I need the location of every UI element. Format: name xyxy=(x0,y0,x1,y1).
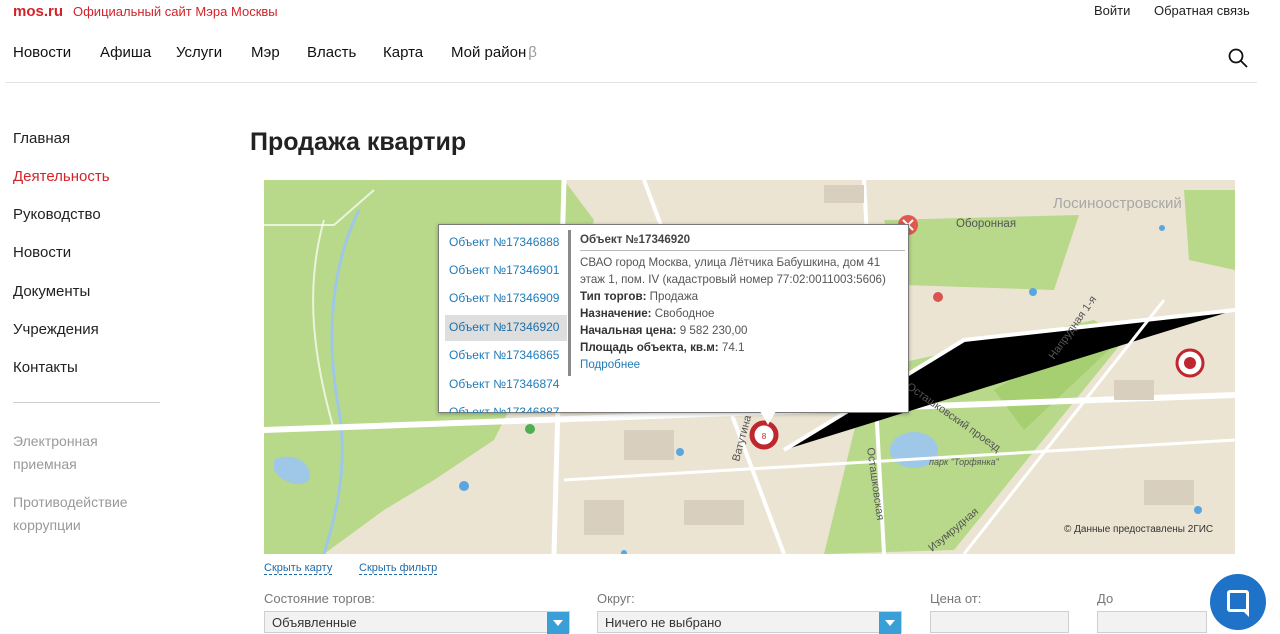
object-purpose: Назначение: Свободное xyxy=(580,305,905,322)
hide-map-link[interactable]: Скрыть карту xyxy=(264,562,333,575)
object-details: Объект №17346920 СВАО город Москва, улиц… xyxy=(580,231,905,373)
object-address: СВАО город Москва, улица Лётчика Бабушки… xyxy=(580,256,886,286)
object-price: Начальная цена: 9 582 230,00 xyxy=(580,322,905,339)
chevron-down-icon[interactable] xyxy=(547,612,569,634)
sidebar-divider xyxy=(13,402,160,403)
nav-my-district-label: Мой район xyxy=(451,44,527,61)
map-label-oboronnaya: Оборонная xyxy=(956,218,1016,230)
nav-news[interactable]: Новости xyxy=(13,44,71,61)
object-list: Объект №17346888 Объект №17346901 Объект… xyxy=(439,225,571,413)
purpose-value: Свободное xyxy=(654,307,715,320)
svg-text:8: 8 xyxy=(762,432,767,441)
object-link-17346887[interactable]: Объект №17346887 xyxy=(445,400,567,413)
object-link-17346920[interactable]: Объект №17346920 xyxy=(445,315,567,341)
sidebar-item-documents[interactable]: Документы xyxy=(13,283,90,300)
hide-filter-link[interactable]: Скрыть фильтр xyxy=(359,562,438,575)
trade-type-value: Продажа xyxy=(649,290,699,303)
object-link-17346865[interactable]: Объект №17346865 xyxy=(445,343,567,369)
login-link[interactable]: Войти xyxy=(1094,3,1130,18)
object-area: Площадь объекта, кв.м: 74.1 xyxy=(580,339,905,356)
district-select-value: Ничего не выбрано xyxy=(605,615,722,630)
map-marker-icon[interactable]: 8 xyxy=(749,420,779,450)
sidebar-item-contacts[interactable]: Контакты xyxy=(13,359,78,376)
sidebar-item-activity[interactable]: Деятельность xyxy=(13,168,110,185)
price-from-input[interactable] xyxy=(930,611,1069,633)
nav-mayor[interactable]: Мэр xyxy=(251,44,280,61)
object-link-17346888[interactable]: Объект №17346888 xyxy=(445,230,567,256)
purpose-label: Назначение: xyxy=(580,307,652,320)
site-logo[interactable]: mos.ru xyxy=(13,3,63,20)
sidebar-item-news[interactable]: Новости xyxy=(13,244,71,261)
price-value: 9 582 230,00 xyxy=(679,324,748,337)
chat-button[interactable] xyxy=(1210,574,1266,630)
popup-pointer xyxy=(760,411,776,425)
price-to-label: До xyxy=(1097,591,1114,606)
map-popup: Объект №17346888 Объект №17346901 Объект… xyxy=(438,224,909,413)
nav-afisha[interactable]: Афиша xyxy=(100,44,151,61)
object-link-17346874[interactable]: Объект №17346874 xyxy=(445,372,567,398)
chevron-down-icon[interactable] xyxy=(879,612,901,634)
sidebar-item-anticorruption[interactable]: Противодействие коррупции xyxy=(13,491,153,537)
map-label-losinoostrovsky: Лосиноостровский xyxy=(1053,195,1182,212)
nav-map[interactable]: Карта xyxy=(383,44,423,61)
sidebar-item-institutions[interactable]: Учреждения xyxy=(13,321,99,338)
price-from-label: Цена от: xyxy=(930,591,982,606)
status-filter-label: Состояние торгов: xyxy=(264,591,375,606)
sidebar-item-home[interactable]: Главная xyxy=(13,130,70,147)
map-marker-icon[interactable] xyxy=(1175,348,1205,378)
chat-icon xyxy=(1227,590,1249,617)
site-subtitle[interactable]: Официальный сайт Мэра Москвы xyxy=(73,4,278,19)
beta-badge: β xyxy=(528,44,537,61)
object-title: Объект №17346920 xyxy=(580,231,905,251)
nav-my-district[interactable]: Мой район β xyxy=(451,44,537,61)
map-copyright: © Данные предоставлены 2ГИС xyxy=(1064,524,1214,535)
top-bar: mos.ru Официальный сайт Мэра Москвы Войт… xyxy=(0,0,1280,24)
area-value: 74.1 xyxy=(721,341,745,354)
price-label: Начальная цена: xyxy=(580,324,677,337)
nav-power[interactable]: Власть xyxy=(307,44,356,61)
sidebar-item-leadership[interactable]: Руководство xyxy=(13,206,101,223)
page-title: Продажа квартир xyxy=(250,128,467,156)
object-trade-type: Тип торгов: Продажа xyxy=(580,288,905,305)
status-select-value: Объявленные xyxy=(272,615,357,630)
object-link-17346901[interactable]: Объект №17346901 xyxy=(445,258,567,284)
search-icon[interactable] xyxy=(1228,48,1248,68)
district-select[interactable]: Ничего не выбрано xyxy=(597,611,902,634)
nav-services[interactable]: Услуги xyxy=(176,44,222,61)
price-to-input[interactable] xyxy=(1097,611,1207,633)
more-link[interactable]: Подробнее xyxy=(580,356,905,373)
status-select[interactable]: Объявленные xyxy=(264,611,570,634)
header-divider xyxy=(5,82,1257,83)
object-list-scrollbar[interactable] xyxy=(568,230,571,376)
feedback-link[interactable]: Обратная связь xyxy=(1154,3,1250,18)
main-nav: Новости Афиша Услуги Мэр Власть Карта Мо… xyxy=(0,44,1280,68)
object-link-17346909[interactable]: Объект №17346909 xyxy=(445,286,567,312)
sidebar-item-e-reception[interactable]: Электронная приемная xyxy=(13,430,153,476)
district-filter-label: Округ: xyxy=(597,591,635,606)
map-label-park-torfyanka: парк "Торфянка" xyxy=(929,457,1000,467)
area-label: Площадь объекта, кв.м: xyxy=(580,341,719,354)
trade-type-label: Тип торгов: xyxy=(580,290,647,303)
